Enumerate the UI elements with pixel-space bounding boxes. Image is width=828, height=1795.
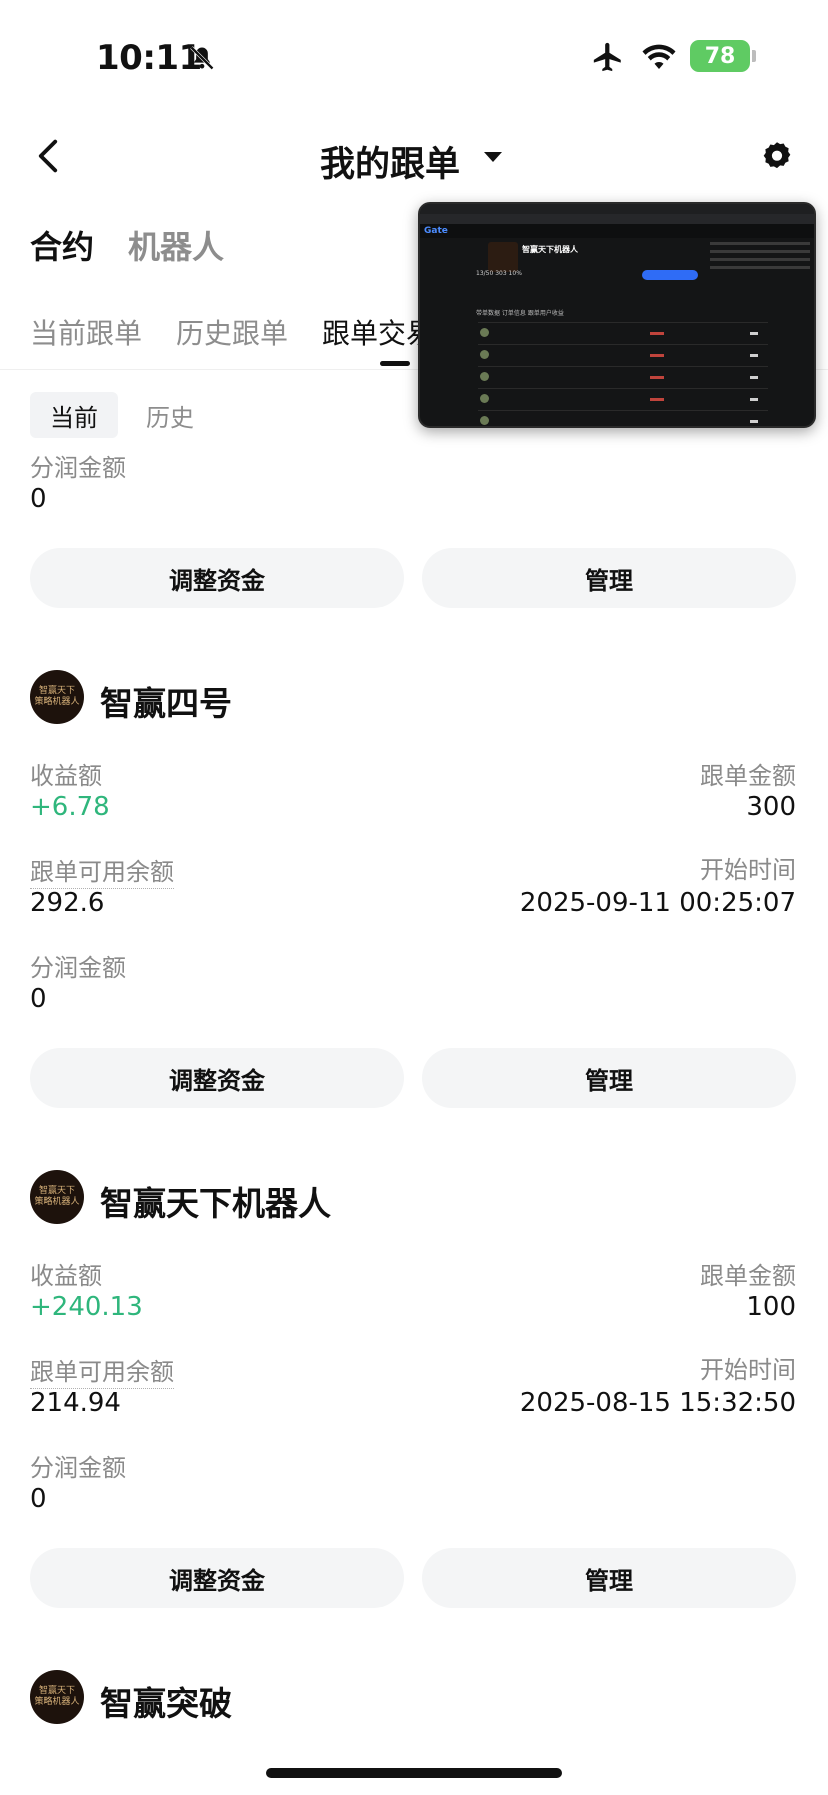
home-indicator — [266, 1768, 562, 1778]
overlay-address-bar — [420, 214, 814, 224]
profit-share-value: 0 — [30, 984, 47, 1014]
bell-off-icon — [190, 46, 214, 70]
profit-share-label: 分润金额 — [30, 954, 126, 982]
available-balance-value: 214.94 — [30, 1388, 121, 1418]
battery-indicator: 78 — [690, 40, 750, 72]
avatar: 智赢天下 策略机器人 — [30, 1670, 84, 1724]
overlay-row-line — [478, 322, 768, 323]
overlay-nav — [420, 224, 814, 238]
overlay-row-line — [478, 366, 768, 367]
back-arrow-icon[interactable] — [34, 138, 62, 174]
overlay-row-line — [478, 344, 768, 345]
adjust-funds-button[interactable]: 调整资金 — [30, 548, 404, 608]
start-time-value: 2025-09-11 00:25:07 — [519, 888, 796, 918]
overlay-red-mark — [650, 332, 664, 335]
profit-share-label: 分润金额 — [30, 454, 126, 482]
screenshot-overlay[interactable]: Gate 智赢天下机器人 13/50 303 10% 带单数据 订单信息 跟单用… — [418, 202, 816, 428]
adjust-funds-button[interactable]: 调整资金 — [30, 1048, 404, 1108]
avatar: 智赢天下 策略机器人 — [30, 670, 84, 724]
manage-button[interactable]: 管理 — [422, 1548, 796, 1608]
tab-contract[interactable]: 合约 — [30, 222, 94, 268]
start-time-label: 开始时间 — [700, 856, 796, 884]
overlay-row-line — [478, 410, 768, 411]
segment-current[interactable]: 当前 — [30, 392, 118, 438]
overlay-browser-tabs — [420, 204, 814, 214]
adjust-funds-button[interactable]: 调整资金 — [30, 1548, 404, 1608]
overlay-user-dot — [480, 394, 489, 403]
overlay-sidebar — [710, 242, 810, 292]
pnl-value: +6.78 — [30, 792, 110, 822]
avatar: 智赢天下 策略机器人 — [30, 1170, 84, 1224]
overlay-user-dot — [480, 372, 489, 381]
profit-share-label: 分润金额 — [30, 1454, 126, 1482]
pnl-value: +240.13 — [30, 1292, 143, 1322]
avatar-text-line: 智赢天下 — [38, 1186, 75, 1196]
avatar-text-line: 策略机器人 — [34, 1697, 80, 1707]
segment-current-label: 当前 — [50, 403, 98, 432]
start-time-value: 2025-08-15 15:32:50 — [519, 1388, 796, 1418]
bot-name[interactable]: 智赢四号 — [100, 677, 232, 725]
available-balance-label[interactable]: 跟单可用余额 — [30, 852, 174, 889]
copy-amount-value: 100 — [746, 1292, 796, 1322]
tab-robot[interactable]: 机器人 — [128, 222, 224, 268]
overlay-white-mark — [750, 376, 758, 379]
copy-amount-label: 跟单金额 — [700, 1262, 796, 1290]
wifi-icon — [642, 44, 676, 69]
battery-level: 78 — [704, 43, 736, 69]
avatar-text-line: 智赢天下 — [38, 686, 75, 696]
overlay-stats: 13/50 303 10% — [476, 270, 522, 277]
page-title[interactable]: 我的跟单 — [320, 136, 460, 187]
copy-amount-value: 300 — [746, 792, 796, 822]
airplane-icon — [593, 42, 621, 72]
available-balance-label[interactable]: 跟单可用余额 — [30, 1352, 174, 1389]
available-balance-value: 292.6 — [30, 888, 105, 918]
segment-history[interactable]: 历史 — [146, 398, 194, 433]
caret-down-icon[interactable] — [484, 152, 502, 162]
profit-share-value: 0 — [30, 1484, 47, 1514]
overlay-user-dot — [480, 328, 489, 337]
gear-icon[interactable] — [760, 138, 794, 172]
tab-current-copy[interactable]: 当前跟单 — [30, 312, 142, 352]
overlay-red-mark — [650, 354, 664, 357]
overlay-user-dot — [480, 416, 489, 425]
manage-button[interactable]: 管理 — [422, 1048, 796, 1108]
overlay-subtabs: 带单数据 订单信息 跟单用户收益 — [476, 310, 564, 317]
start-time-label: 开始时间 — [700, 1356, 796, 1384]
overlay-button — [642, 270, 698, 280]
copy-amount-label: 跟单金额 — [700, 762, 796, 790]
tab-history-copy[interactable]: 历史跟单 — [176, 312, 288, 352]
avatar-text-line: 策略机器人 — [34, 697, 80, 707]
manage-button[interactable]: 管理 — [422, 548, 796, 608]
overlay-white-mark — [750, 354, 758, 357]
overlay-avatar — [488, 242, 518, 272]
profit-share-value: 0 — [30, 484, 47, 514]
overlay-red-mark — [650, 398, 664, 401]
overlay-logo: Gate — [424, 226, 448, 236]
pnl-label: 收益额 — [30, 762, 102, 790]
battery-tip — [752, 50, 756, 62]
pnl-label: 收益额 — [30, 1262, 102, 1290]
tab-underline — [380, 361, 410, 366]
overlay-name: 智赢天下机器人 — [522, 245, 578, 254]
avatar-text-line: 智赢天下 — [38, 1686, 75, 1696]
bot-name[interactable]: 智赢天下机器人 — [100, 1177, 331, 1225]
overlay-row-line — [478, 388, 768, 389]
overlay-white-mark — [750, 420, 758, 423]
overlay-white-mark — [750, 332, 758, 335]
overlay-user-dot — [480, 350, 489, 359]
overlay-white-mark — [750, 398, 758, 401]
overlay-red-mark — [650, 376, 664, 379]
avatar-text-line: 策略机器人 — [34, 1197, 80, 1207]
bot-name[interactable]: 智赢突破 — [100, 1677, 232, 1725]
status-time: 10:11 — [96, 38, 202, 78]
